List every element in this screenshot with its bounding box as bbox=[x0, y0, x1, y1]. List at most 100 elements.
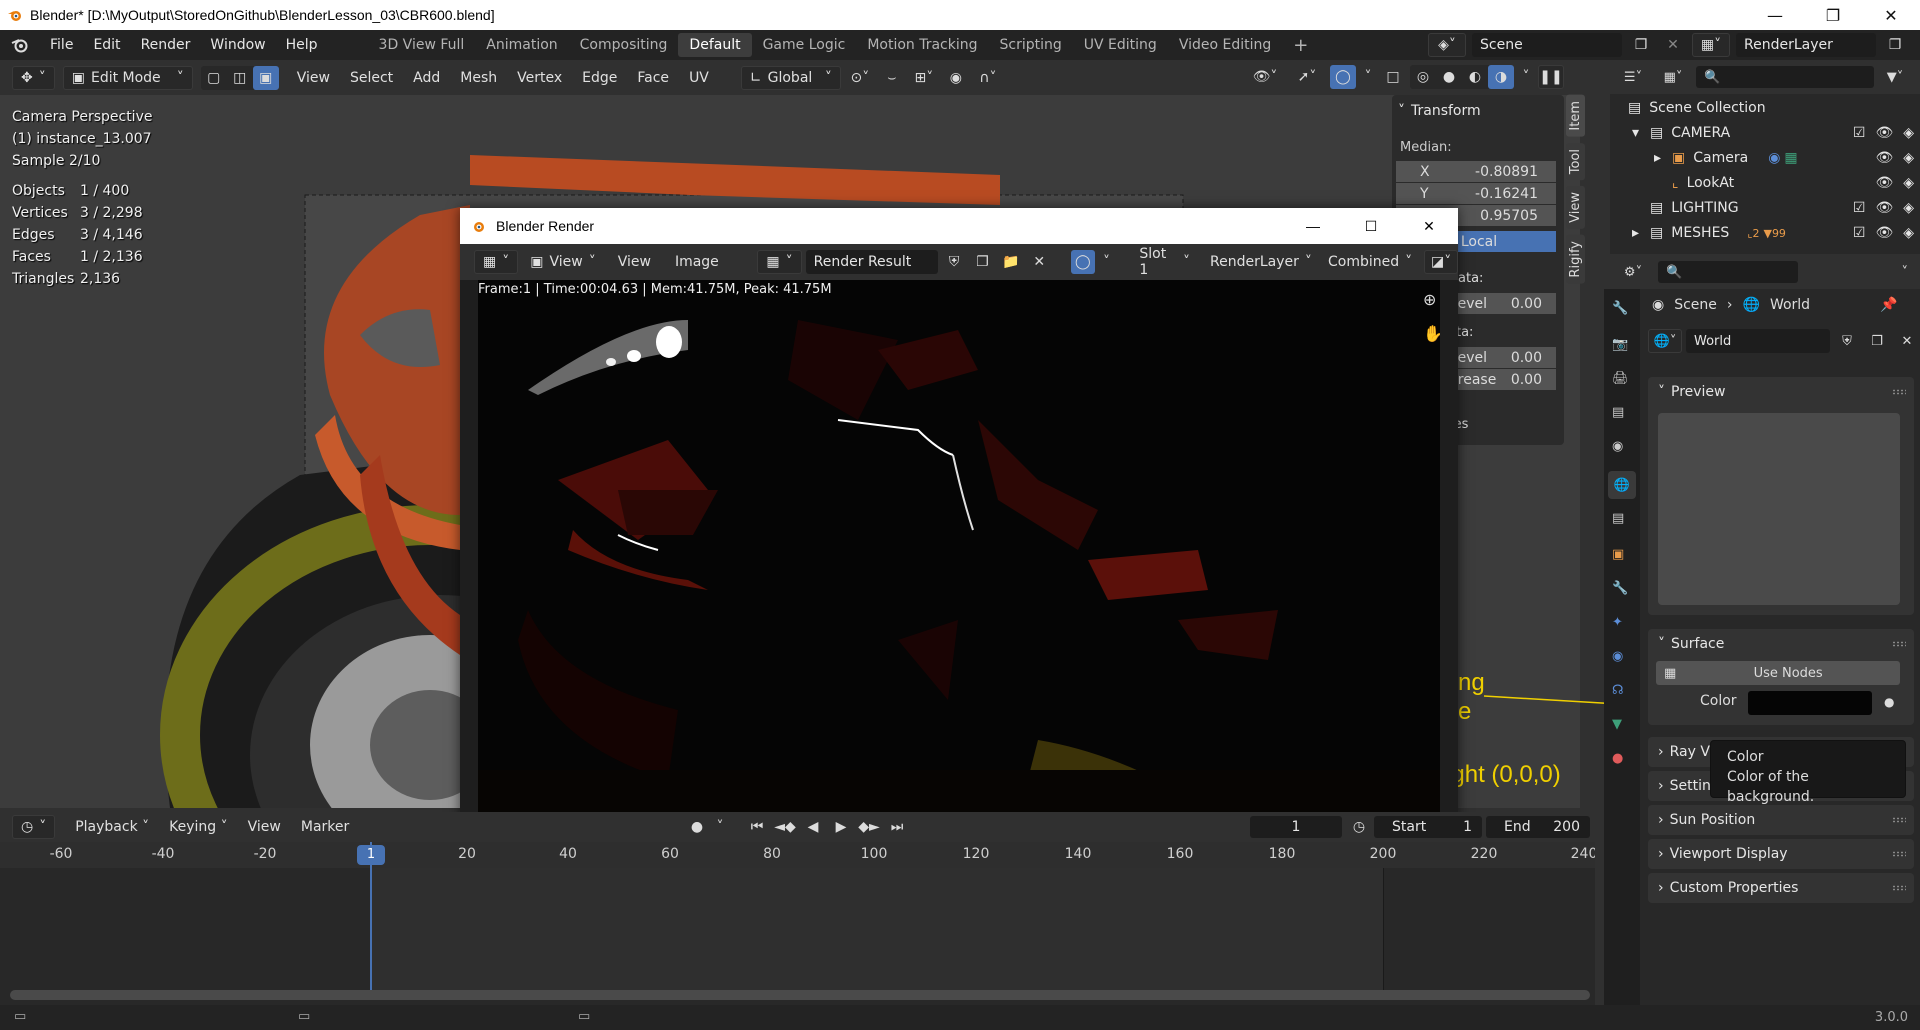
render-overlays-icon[interactable]: ◯ bbox=[1070, 250, 1096, 274]
orientation-dropdown[interactable]: ∟ Global ˅ bbox=[740, 65, 841, 90]
fake-user-icon[interactable]: ⛨ bbox=[942, 250, 966, 274]
surface-panel-header[interactable]: ˅ Surface bbox=[1648, 629, 1914, 659]
median-x-field[interactable]: X -0.80891 bbox=[1396, 161, 1556, 183]
checkbox-icon[interactable]: ☑ bbox=[1853, 125, 1866, 141]
shading-dropdown-icon[interactable]: ˅ bbox=[1518, 65, 1534, 89]
overlays-icon[interactable]: ◯ bbox=[1330, 65, 1356, 89]
particles-tab-icon[interactable]: ✦ bbox=[1612, 615, 1623, 630]
median-y-field[interactable]: Y -0.16241 bbox=[1396, 183, 1556, 205]
checkbox-icon[interactable]: ☑ bbox=[1853, 225, 1866, 241]
physics-tab-icon[interactable]: ◉ bbox=[1612, 649, 1623, 664]
timeline-area[interactable]: -60 -40 -20 20 40 60 80 100 120 140 160 … bbox=[0, 842, 1595, 1005]
tab-rigify[interactable]: Rigify bbox=[1566, 234, 1585, 284]
eye-icon[interactable]: 👁 bbox=[1875, 200, 1893, 216]
delete-renderlayer-icon[interactable]: ✕ bbox=[1914, 33, 1920, 57]
render-minimize-button[interactable]: — bbox=[1284, 208, 1342, 244]
start-frame-field[interactable]: Start 1 bbox=[1374, 816, 1482, 838]
scene-browse-icon[interactable]: ◈˅ bbox=[1428, 33, 1466, 57]
render-maximize-button[interactable]: ☐ bbox=[1342, 208, 1400, 244]
render-camera-icon[interactable]: ◈ bbox=[1903, 200, 1914, 216]
prev-keyframe-icon[interactable]: ◄◆ bbox=[772, 815, 798, 839]
view-layer-tab-icon[interactable]: ▤ bbox=[1612, 405, 1624, 420]
material-tab-icon[interactable]: ● bbox=[1612, 751, 1623, 766]
play-reverse-icon[interactable]: ◀ bbox=[800, 815, 826, 839]
new-renderlayer-icon[interactable]: ❐ bbox=[1882, 33, 1908, 57]
menu-window[interactable]: Window bbox=[200, 37, 275, 53]
world-browse-icon[interactable]: 🌐˅ bbox=[1648, 329, 1682, 353]
render-overlays-dropdown-icon[interactable]: ˅ bbox=[1099, 250, 1114, 274]
menu-playback[interactable]: Playback ˅ bbox=[65, 819, 159, 835]
new-image-icon[interactable]: ❐ bbox=[970, 250, 994, 274]
properties-search-input[interactable]: 🔍 bbox=[1658, 261, 1798, 283]
world-unlink-icon[interactable]: ✕ bbox=[1894, 329, 1920, 353]
visibility-icon[interactable]: 👁˅ bbox=[1246, 65, 1284, 89]
world-tab-icon[interactable]: 🌐 bbox=[1608, 471, 1636, 499]
timeline-scrollbar[interactable] bbox=[10, 990, 1590, 1000]
menu-mesh[interactable]: Mesh bbox=[450, 70, 507, 86]
menu-edge[interactable]: Edge bbox=[572, 70, 627, 86]
pause-render-icon[interactable]: ❚❚ bbox=[1538, 65, 1564, 89]
filter-icon[interactable]: ▼˅ bbox=[1880, 65, 1910, 89]
tab-video-editing[interactable]: Video Editing bbox=[1168, 33, 1282, 57]
crease-field[interactable]: Crease 0.00 bbox=[1446, 369, 1556, 391]
auto-keying-icon[interactable]: ● bbox=[684, 815, 710, 839]
frame-ruler[interactable] bbox=[0, 842, 1595, 868]
menu-keying[interactable]: Keying ˅ bbox=[159, 819, 237, 835]
render-camera-icon[interactable]: ◈ bbox=[1903, 225, 1914, 241]
vertex-select-icon[interactable]: ▢ bbox=[201, 66, 227, 90]
render-menu-view[interactable]: View bbox=[608, 254, 661, 270]
close-window-button[interactable]: ✕ bbox=[1862, 0, 1920, 30]
menu-render[interactable]: Render bbox=[131, 37, 201, 53]
outliner-row-camera[interactable]: ▸ ▣ Camera ◉ ▦ 👁 ◈ bbox=[1654, 146, 1914, 170]
modifier-tab-icon[interactable]: 🔧 bbox=[1612, 581, 1628, 596]
play-icon[interactable]: ▶ bbox=[828, 815, 854, 839]
layer-dropdown[interactable]: RenderLayer ˅ bbox=[1202, 251, 1316, 273]
tab-default[interactable]: Default bbox=[678, 33, 752, 57]
render-camera-icon[interactable]: ◈ bbox=[1903, 125, 1914, 141]
next-keyframe-icon[interactable]: ◆► bbox=[856, 815, 882, 839]
menu-add[interactable]: Add bbox=[403, 70, 450, 86]
world-new-icon[interactable]: ❐ bbox=[1864, 329, 1890, 353]
snap-icon[interactable]: ⌣ bbox=[879, 66, 905, 90]
snap-target-icon[interactable]: ⊞˅ bbox=[905, 66, 943, 90]
proportional-edit-icon[interactable]: ◉ bbox=[943, 66, 969, 90]
menu-edit[interactable]: Edit bbox=[83, 37, 130, 53]
world-fake-user-icon[interactable]: ⛨ bbox=[1834, 329, 1860, 353]
custom-properties-panel[interactable]: › Custom Properties bbox=[1648, 873, 1914, 903]
tab-3d-view-full[interactable]: 3D View Full bbox=[368, 33, 476, 57]
menu-vertex[interactable]: Vertex bbox=[507, 70, 572, 86]
jump-end-icon[interactable]: ⏭ bbox=[884, 815, 910, 839]
unlink-image-icon[interactable]: ✕ bbox=[1027, 250, 1051, 274]
minimize-button[interactable]: — bbox=[1746, 0, 1804, 30]
tab-uv-editing[interactable]: UV Editing bbox=[1073, 33, 1168, 57]
tab-animation[interactable]: Animation bbox=[475, 33, 568, 57]
open-image-icon[interactable]: 📁 bbox=[999, 250, 1023, 274]
tab-compositing[interactable]: Compositing bbox=[569, 33, 679, 57]
use-nodes-button[interactable]: ▦ Use Nodes bbox=[1656, 661, 1900, 685]
outliner-row-lighting-collection[interactable]: ▤ LIGHTING ☑ 👁 ◈ bbox=[1650, 196, 1914, 220]
add-workspace-button[interactable]: + bbox=[1282, 31, 1319, 60]
display-mode-icon[interactable]: ▦˅ bbox=[1656, 65, 1690, 89]
mode-dropdown[interactable]: ▣ Edit Mode ˅ bbox=[62, 65, 193, 90]
tab-tool[interactable]: Tool bbox=[1566, 142, 1585, 180]
restore-button[interactable]: ❐ bbox=[1804, 0, 1862, 30]
tab-scripting[interactable]: Scripting bbox=[989, 33, 1073, 57]
renderlayer-browse-icon[interactable]: ▦˅ bbox=[1692, 33, 1730, 57]
outliner-row-lookat[interactable]: ⌞ LookAt 👁 ◈ bbox=[1672, 171, 1914, 195]
eye-icon[interactable]: 👁 bbox=[1875, 175, 1893, 191]
menu-uv[interactable]: UV bbox=[679, 70, 719, 86]
render-camera-icon[interactable]: ◈ bbox=[1903, 150, 1914, 166]
menu-marker[interactable]: Marker bbox=[291, 819, 359, 835]
transform-header[interactable]: ˅ Transform bbox=[1398, 103, 1481, 119]
render-tab-icon[interactable]: 📷 bbox=[1612, 337, 1628, 352]
render-close-button[interactable]: ✕ bbox=[1400, 208, 1458, 244]
xray-icon[interactable]: □ bbox=[1380, 65, 1406, 89]
display-channels-icon[interactable]: ◪˅ bbox=[1424, 250, 1459, 274]
image-name-field[interactable]: Render Result bbox=[805, 250, 938, 274]
eye-icon[interactable]: 👁 bbox=[1875, 125, 1893, 141]
falloff-icon[interactable]: ∩˅ bbox=[969, 66, 1007, 90]
checkbox-icon[interactable]: ☑ bbox=[1853, 200, 1866, 216]
end-frame-field[interactable]: End 200 bbox=[1486, 816, 1590, 838]
properties-options-icon[interactable]: ˅ bbox=[1902, 265, 1909, 280]
menu-view[interactable]: View bbox=[287, 70, 340, 86]
